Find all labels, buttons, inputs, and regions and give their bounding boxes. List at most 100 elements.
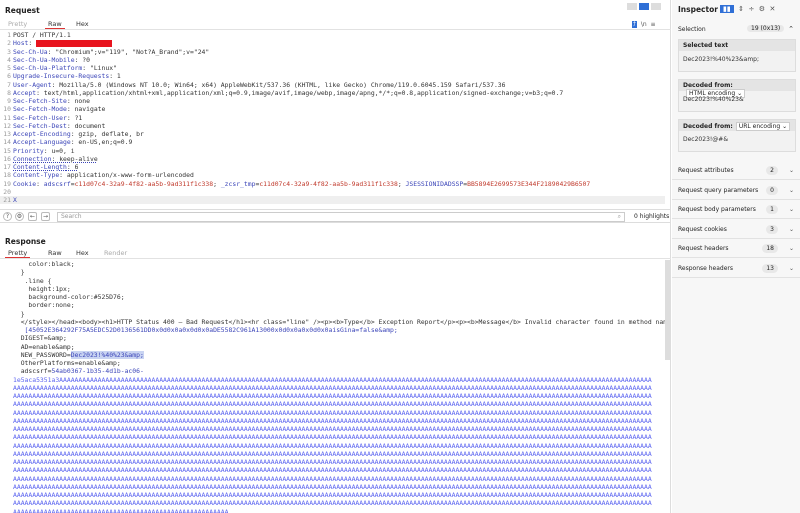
- inspector-section[interactable]: Request cookies 3 ⌄: [672, 220, 800, 239]
- colon: :: [36, 179, 44, 188]
- chevron-down-icon[interactable]: ⌄: [789, 181, 794, 200]
- inspector-panel: Inspector ▮▮ ⇕ ÷ ⚙ ✕ Selection 19 (0x13)…: [672, 0, 800, 513]
- editor-pane: Request ﾅ \n ≡ Pretty Raw Hex 1 POST / HTTP…: [0, 0, 671, 513]
- code-line: }: [0, 268, 665, 276]
- help-icon[interactable]: ?: [3, 212, 12, 221]
- section-label: Response headers: [678, 264, 733, 272]
- code-line: 5 Sec-Ch-Ua-Platform: "Linux": [0, 64, 665, 72]
- tab-pretty[interactable]: Pretty: [5, 20, 30, 28]
- code-line: 14 Accept-Language: en-US,en;q=0.9: [0, 138, 665, 146]
- code-line: 17 Content-Length: 6: [0, 163, 665, 171]
- inspector-toolbar[interactable]: ▮▮ ⇕ ÷ ⚙ ✕: [720, 5, 775, 13]
- inspector-section[interactable]: Request attributes 2 ⌄: [672, 161, 800, 180]
- colon: :: [66, 121, 75, 130]
- line-number: 15: [3, 146, 11, 155]
- header-name: Connection: [13, 154, 52, 163]
- code-line: border:none;: [0, 301, 665, 309]
- inspector-title: Inspector: [678, 5, 718, 14]
- tab-hex[interactable]: Hex: [73, 20, 92, 28]
- tab-raw[interactable]: Raw: [45, 249, 65, 257]
- chevron-down-icon[interactable]: ⌄: [789, 161, 794, 180]
- code-line: 16 Connection: keep-alive: [0, 155, 665, 163]
- tab-raw[interactable]: Raw: [45, 20, 65, 29]
- decoded-label: Decoded from:: [683, 123, 733, 130]
- code-text: AD=enable&amp;: [13, 342, 75, 351]
- header-name: Sec-Ch-Ua-Mobile: [13, 55, 75, 64]
- decoded-html-box: Decoded from:HTML encoding ⌄ Dec2023!%40…: [678, 79, 796, 112]
- search-input[interactable]: Search ⌕: [57, 212, 625, 222]
- header-value: Mozilla/5.0 (Windows NT 10.0; Win64; x64…: [59, 80, 506, 89]
- code-line: AD=enable&amp;: [0, 343, 665, 351]
- code-line: 3 Sec-Ch-Ua: "Chromium";v="119", "Not?A_B…: [0, 48, 665, 56]
- code-text: border:none;: [13, 301, 75, 310]
- inspector-section[interactable]: Request headers 18 ⌄: [672, 239, 800, 258]
- chevron-down-icon[interactable]: ⌄: [789, 239, 794, 258]
- colon: :: [109, 72, 117, 81]
- code-line: height:1px;: [0, 285, 665, 293]
- code-line: 11 Sec-Fetch-User: ?1: [0, 114, 665, 122]
- chevron-down-icon[interactable]: ⌄: [789, 200, 794, 219]
- encoding-select[interactable]: URL encoding ⌄: [735, 122, 791, 131]
- colon: :: [59, 171, 67, 180]
- code-line: 13 Accept-Encoding: gzip, deflate, br: [0, 130, 665, 138]
- code-line: 20: [0, 188, 665, 196]
- code-text: .line {: [13, 276, 52, 285]
- header-name: Upgrade-Insecure-Requests: [13, 72, 110, 81]
- decoded-url-box: Decoded from: URL encoding ⌄ Dec2023!@#&: [678, 119, 796, 152]
- response-viewer[interactable]: color:black; } .line { height:1px; backg…: [0, 260, 665, 513]
- request-line: POST / HTTP/1.1: [13, 31, 71, 39]
- header-name: User-Agent: [13, 80, 52, 89]
- code-text: </style></head><body><h1>HTTP Status 400…: [13, 317, 665, 326]
- header-value: none: [74, 97, 90, 105]
- chevron-up-icon[interactable]: ⌃: [788, 25, 794, 33]
- gear-icon[interactable]: ⚙: [15, 212, 24, 221]
- chevron-down-icon[interactable]: ⌄: [789, 259, 794, 278]
- code-line: 15 Priority: u=0, i: [0, 147, 665, 155]
- decoded-value[interactable]: Dec2023!@#&: [679, 131, 795, 151]
- section-count: 18: [762, 244, 778, 253]
- code-line: [45052E364292F75A5EDC52D0136561DD0x0d0x0…: [0, 326, 665, 334]
- selection-value: 19 (0x13): [747, 25, 785, 32]
- code-text: }: [13, 268, 25, 277]
- request-editor[interactable]: 1 POST / HTTP/1.1 2 Host: 3 Sec-Ch-Ua: "Chro…: [0, 31, 665, 209]
- cookie-name: adscsrf: [43, 179, 71, 188]
- cookie-value: BB5894E2699573E344F21890429B6507: [467, 179, 591, 188]
- selected-text-label: Selected text: [679, 40, 795, 51]
- header-name: Sec-Fetch-Mode: [13, 105, 67, 114]
- back-arrow-icon[interactable]: ←: [28, 212, 37, 221]
- code-line: </style></head><body><h1>HTTP Status 400…: [0, 318, 665, 326]
- header-name: Accept-Language: [13, 138, 71, 147]
- tab-render[interactable]: Render: [101, 249, 130, 257]
- section-label: Request headers: [678, 245, 729, 252]
- colon: :: [66, 105, 75, 114]
- section-label: Request attributes: [678, 167, 734, 174]
- inspector-section[interactable]: Request query parameters 0 ⌄: [672, 181, 800, 200]
- colon: :: [66, 113, 75, 122]
- inspector-section[interactable]: Request body parameters 1 ⌄: [672, 200, 800, 219]
- selected-text-value[interactable]: Dec2023!%40%23&amp;: [679, 51, 795, 71]
- header-value: keep-alive: [59, 154, 98, 163]
- header-name: Sec-Ch-Ua: [13, 47, 48, 56]
- chevron-down-icon[interactable]: ⌄: [789, 220, 794, 239]
- line-number: 10: [3, 105, 11, 114]
- code-line: 18 Content-Type: application/x-www-form-u…: [0, 171, 665, 179]
- header-value: gzip, deflate, br: [78, 130, 144, 138]
- inspector-section[interactable]: Response headers 13 ⌄: [672, 259, 800, 278]
- forward-arrow-icon[interactable]: →: [41, 212, 50, 221]
- response-scrollbar[interactable]: [665, 260, 670, 360]
- request-title: Request: [5, 6, 40, 15]
- section-label: Request cookies: [678, 225, 727, 233]
- code-text: adscsrf=: [13, 367, 52, 376]
- header-name: Sec-Fetch-Site: [13, 97, 67, 105]
- code-line: 9 Sec-Fetch-Site: none: [0, 97, 665, 105]
- tab-hex[interactable]: Hex: [73, 249, 92, 257]
- layout-toggle[interactable]: [627, 3, 665, 11]
- highlighted-password: Dec2023!%40%23&amp;: [70, 350, 144, 359]
- header-value: "Chromium";v="119", "Not?A_Brand";v="24": [55, 47, 210, 56]
- code-text: [45052E364292F75A5EDC52D0136561DD0x0d0x0…: [13, 326, 398, 334]
- code-line: 21 X: [0, 196, 665, 205]
- line-number: 7: [7, 80, 11, 89]
- line-number: 1: [7, 31, 11, 39]
- tab-pretty[interactable]: Pretty: [5, 249, 31, 258]
- code-line: 1 POST / HTTP/1.1: [0, 31, 665, 39]
